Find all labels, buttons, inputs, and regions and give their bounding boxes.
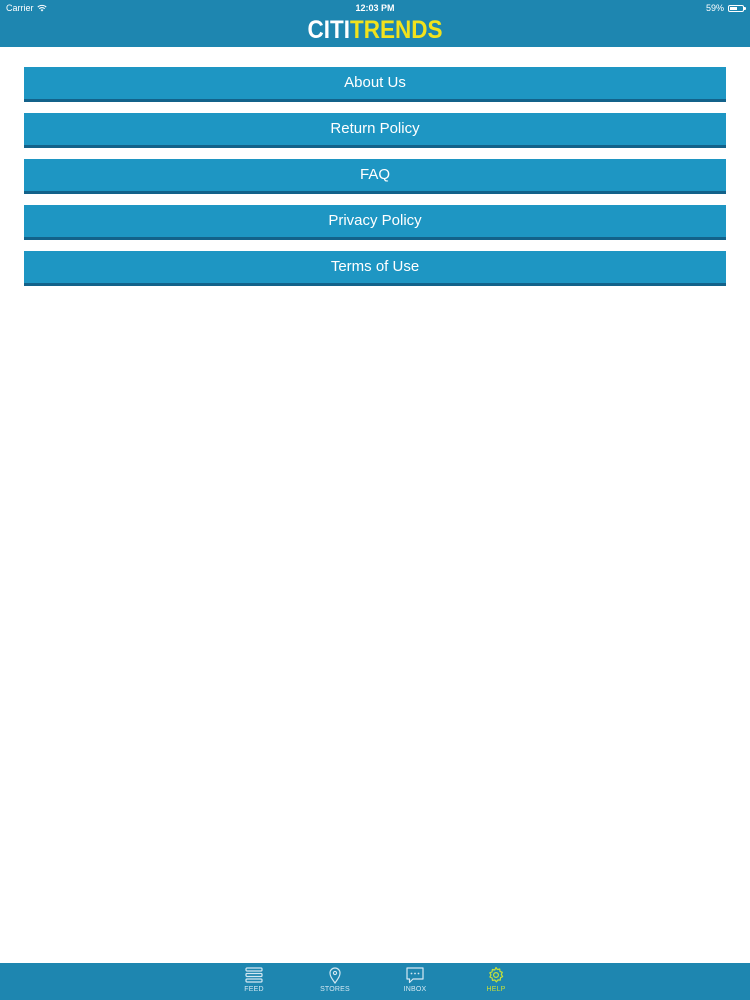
tab-inbox-label: INBOX — [403, 986, 427, 993]
logo-trends-text: TRENDS — [349, 16, 443, 44]
tab-help-label: HELP — [486, 986, 506, 993]
tab-feed-label: FEED — [244, 986, 264, 993]
battery-percent: 59% — [705, 3, 724, 13]
logo-citi-text: CITI — [307, 16, 350, 44]
citi-trends-logo: CITITRENDS — [38, 15, 713, 45]
terms-of-use-button[interactable]: Terms of Use — [24, 251, 726, 286]
location-pin-icon — [329, 967, 341, 984]
tab-inbox[interactable]: INBOX — [385, 966, 445, 998]
faq-button[interactable]: FAQ — [24, 159, 726, 194]
bottom-tab-bar: FEED STORES INBOX HELP — [0, 963, 750, 1000]
header-bar: Carrier 12:03 PM 59% CITITRENDS — [0, 0, 750, 47]
chat-bubble-icon — [406, 967, 424, 984]
gear-icon — [489, 966, 504, 983]
status-time: 12:03 PM — [355, 3, 395, 13]
help-screen: Carrier 12:03 PM 59% CITITRENDS About Us… — [0, 0, 750, 1000]
tab-stores[interactable]: STORES — [305, 966, 365, 998]
battery-level-fill — [730, 6, 738, 10]
about-us-button[interactable]: About Us — [24, 67, 726, 102]
help-menu: About Us Return Policy FAQ Privacy Polic… — [24, 67, 726, 297]
status-battery: 59% — [705, 3, 746, 13]
tab-feed[interactable]: FEED — [224, 966, 284, 998]
tab-help[interactable]: HELP — [466, 966, 526, 998]
tab-stores-label: STORES — [320, 986, 350, 993]
privacy-policy-button[interactable]: Privacy Policy — [24, 205, 726, 240]
feed-icon — [245, 967, 263, 983]
battery-icon — [728, 4, 746, 12]
return-policy-button[interactable]: Return Policy — [24, 113, 726, 148]
